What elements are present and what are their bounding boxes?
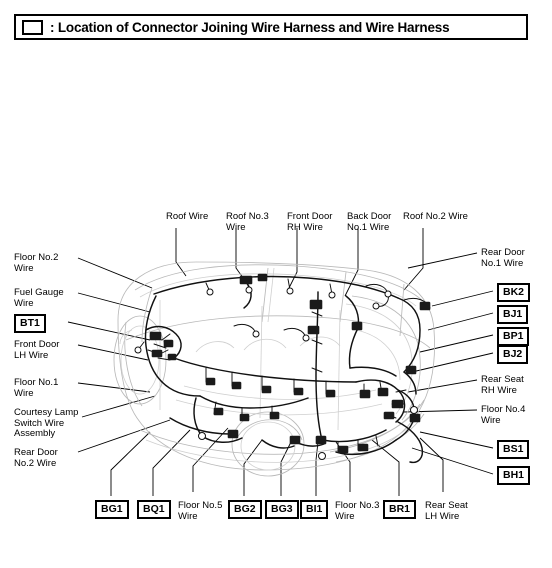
label-roof-wire: Roof Wire [166, 211, 209, 222]
label-front-door-lh-wire: Front Door LH Wire [14, 339, 60, 361]
diagram-page: : Location of Connector Joining Wire Har… [0, 0, 552, 568]
label-rear-door-no1-wire: Rear Door No.1 Wire [481, 247, 525, 269]
label-floor-no5-wire: Floor No.5 Wire [178, 500, 223, 522]
connector-code-bh1[interactable]: BH1 [497, 466, 531, 485]
connector-code-bg2[interactable]: BG2 [228, 500, 262, 519]
label-courtesy-lamp-switch-wire-assembly: Courtesy Lamp Switch Wire Assembly [14, 407, 79, 439]
label-back-door-no1-wire: Back Door No.1 Wire [347, 211, 392, 233]
wire-harness-runs [137, 275, 431, 464]
label-fuel-gauge-wire: Fuel Gauge Wire [14, 287, 64, 309]
label-floor-no2-wire: Floor No.2 Wire [14, 252, 59, 274]
connector-code-bq1[interactable]: BQ1 [137, 500, 171, 519]
connector-code-bs1[interactable]: BS1 [497, 440, 530, 459]
connector-code-bj1[interactable]: BJ1 [497, 305, 529, 324]
connector-code-br1[interactable]: BR1 [383, 500, 417, 519]
label-rear-door-no2-wire: Rear Door No.2 Wire [14, 447, 58, 469]
label-roof-no2-wire: Roof No.2 Wire [403, 211, 468, 222]
label-rear-seat-rh-wire: Rear Seat RH Wire [481, 374, 524, 396]
label-front-door-rh-wire: Front Door RH Wire [287, 211, 333, 233]
vehicle-harness-artwork [113, 261, 435, 477]
harness-connectors [134, 273, 431, 460]
connector-code-bg1[interactable]: BG1 [95, 500, 129, 519]
label-rear-seat-lh-wire: Rear Seat LH Wire [425, 500, 468, 522]
label-floor-no3-wire: Floor No.3 Wire [335, 500, 380, 522]
label-floor-no1-wire: Floor No.1 Wire [14, 377, 59, 399]
label-roof-no3-wire: Roof No.3 Wire [226, 211, 269, 233]
connector-code-bi1[interactable]: BI1 [300, 500, 329, 519]
connector-code-bp1[interactable]: BP1 [497, 327, 530, 346]
connector-code-bj2[interactable]: BJ2 [497, 345, 529, 364]
connector-code-bt1[interactable]: BT1 [14, 314, 46, 333]
label-floor-no4-wire: Floor No.4 Wire [481, 404, 526, 426]
connector-code-bg3[interactable]: BG3 [265, 500, 299, 519]
connector-code-bk2[interactable]: BK2 [497, 283, 531, 302]
